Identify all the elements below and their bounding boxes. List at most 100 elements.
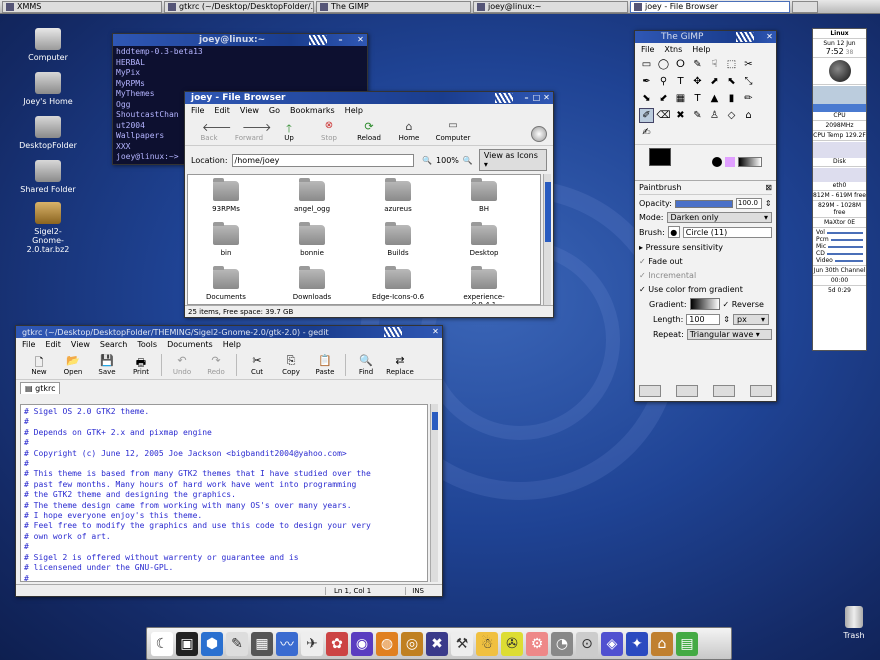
gimp-tool-icon[interactable]: T: [690, 91, 705, 106]
gimp-tool-icon[interactable]: ✍: [639, 125, 654, 140]
mode-dropdown[interactable]: Darken only ▾: [666, 212, 772, 223]
dock-app-icon[interactable]: 〰: [276, 631, 298, 656]
gimp-tool-icon[interactable]: ⵔ: [673, 57, 688, 72]
computer-button[interactable]: ▭ Computer: [431, 120, 475, 142]
location-input[interactable]: /home/joey: [231, 153, 415, 167]
dock-app-icon[interactable]: ◍: [376, 631, 398, 656]
repeat-dropdown[interactable]: Triangular wave ▾: [686, 329, 772, 340]
gimp-tool-icon[interactable]: ✒: [639, 74, 654, 89]
close-icon[interactable]: ✕: [542, 93, 551, 102]
folder-item[interactable]: Builds: [368, 222, 428, 257]
pressure-expander[interactable]: ▸ Pressure sensitivity: [639, 243, 772, 252]
maximize-icon[interactable]: □: [532, 93, 541, 102]
spin-icon[interactable]: ⇕: [723, 315, 730, 324]
folder-item[interactable]: bonnie: [282, 222, 342, 257]
folder-item[interactable]: bin: [196, 222, 256, 257]
reload-button[interactable]: ⟳ Reload: [351, 120, 387, 142]
menu-help[interactable]: Help: [345, 106, 363, 115]
dock-app-icon[interactable]: ◈: [601, 631, 623, 656]
close-icon[interactable]: ✕: [431, 327, 440, 336]
menu-edit[interactable]: Edit: [214, 106, 230, 115]
zoom-in-icon[interactable]: 🔍: [463, 156, 473, 165]
task-xmms[interactable]: XMMS: [2, 0, 162, 13]
gimp-tool-icon[interactable]: ⬋: [656, 91, 671, 106]
dock-app-icon[interactable]: ✦: [626, 631, 648, 656]
menu-edit[interactable]: Edit: [45, 340, 61, 349]
reset-options-button[interactable]: [750, 385, 772, 397]
desktop-icon-tarball[interactable]: Sigel2- Gnome-2.0.tar.bz2: [16, 202, 80, 254]
dock-app-icon[interactable]: ☾: [151, 631, 173, 656]
gimp-tool-icon[interactable]: ⬊: [639, 91, 654, 106]
use-gradient-checkbox[interactable]: ✓ Use color from gradient: [639, 285, 772, 294]
menu-bookmarks[interactable]: Bookmarks: [290, 106, 335, 115]
undo-button[interactable]: ↶ Undo: [165, 354, 199, 376]
fg-bg-colors[interactable]: [648, 148, 685, 176]
forward-button[interactable]: 🡒 Forward: [231, 120, 272, 142]
dock-app-icon[interactable]: ⚒: [451, 631, 473, 656]
gimp-tool-icon[interactable]: ✥: [690, 74, 705, 89]
editor-content[interactable]: # Sigel OS 2.0 GTK2 theme. # # Depends on …: [24, 407, 424, 581]
gimp-tool-icon[interactable]: ✂: [741, 57, 756, 72]
dock-app-icon[interactable]: ◔: [551, 631, 573, 656]
gimp-tool-icon[interactable]: ⌫: [656, 108, 671, 123]
menu-view[interactable]: View: [71, 340, 90, 349]
brush-preview-icon[interactable]: ●: [667, 226, 680, 238]
close-icon[interactable]: ⊠: [765, 183, 772, 192]
close-icon[interactable]: ✕: [356, 35, 365, 44]
close-icon[interactable]: ✕: [765, 32, 774, 41]
gradient-preview[interactable]: [689, 298, 720, 310]
zoom-out-icon[interactable]: 🔍: [422, 156, 432, 165]
replace-button[interactable]: ⇄ Replace: [383, 354, 417, 376]
dock-app-icon[interactable]: ✎: [226, 631, 248, 656]
menu-file[interactable]: File: [191, 106, 204, 115]
folder-item[interactable]: Downloads: [282, 266, 342, 301]
folder-item[interactable]: azureus: [368, 178, 428, 213]
mixer-row[interactable]: Mic: [816, 243, 866, 250]
gimp-tool-icon[interactable]: ✖: [673, 108, 688, 123]
dock-app-icon[interactable]: ✈: [301, 631, 323, 656]
menu-go[interactable]: Go: [269, 106, 280, 115]
save-options-button[interactable]: [639, 385, 661, 397]
redo-button[interactable]: ↷ Redo: [199, 354, 233, 376]
gimp-tool-icon[interactable]: ⤡: [741, 74, 756, 89]
folder-item[interactable]: Desktop: [454, 222, 514, 257]
desktop-icon-trash[interactable]: Trash: [832, 606, 876, 640]
menu-help[interactable]: Help: [692, 45, 710, 54]
dock-app-icon[interactable]: ⌂: [651, 631, 673, 656]
folder-item[interactable]: Edge-Icons-0.6: [368, 266, 428, 301]
dock-app-icon[interactable]: ⬢: [201, 631, 223, 656]
cut-button[interactable]: ✂ Cut: [240, 354, 274, 376]
desktop-icon-shared[interactable]: Shared Folder: [16, 160, 80, 194]
task-terminal[interactable]: joey@linux:~: [473, 0, 628, 13]
incremental-checkbox[interactable]: ✓ Incremental: [639, 271, 772, 280]
menu-file[interactable]: File: [22, 340, 35, 349]
mixer-row[interactable]: Vol: [816, 229, 866, 236]
menu-file[interactable]: File: [641, 45, 654, 54]
menu-documents[interactable]: Documents: [167, 340, 213, 349]
gimp-tool-icon[interactable]: ♙: [707, 108, 722, 123]
stop-button[interactable]: ⊗ Stop: [311, 120, 347, 142]
gimp-tool-icon[interactable]: ◯: [656, 57, 671, 72]
file-browser-scrollbar[interactable]: [543, 174, 551, 305]
text-editor[interactable]: # Sigel OS 2.0 GTK2 theme. # # Depends on …: [20, 404, 428, 582]
gimp-tool-icon[interactable]: T: [673, 74, 688, 89]
folder-item[interactable]: angel_ogg: [282, 178, 342, 213]
folder-item[interactable]: experience-0.9.4.1: [454, 266, 514, 304]
terminal-titlebar[interactable]: joey@linux:~ – ✕: [113, 34, 367, 46]
unit-dropdown[interactable]: px ▾: [733, 314, 769, 325]
up-button[interactable]: 🡑 Up: [271, 120, 307, 142]
gimp-tool-icon[interactable]: ✐: [639, 108, 654, 123]
length-input[interactable]: 100: [686, 314, 721, 325]
gimp-toolbox-window[interactable]: The GIMP ✕ File Xtns Help ▭ ◯ ⵔ ✎ ☟ ⬚ ✂ ✒ ⚲ T ✥ ⬈ ⬉ ⤡ ⬊ ⬋ ▦…: [634, 30, 777, 402]
desktop-icon-home[interactable]: Joey's Home: [16, 72, 80, 106]
mixer-row[interactable]: Pcm: [816, 236, 866, 243]
gimp-tool-icon[interactable]: ☟: [707, 57, 722, 72]
gimp-tool-icon[interactable]: ⚲: [656, 74, 671, 89]
file-browser-window[interactable]: joey - File Browser – □ ✕ File Edit View Go Boo…: [184, 91, 554, 318]
task-file-browser[interactable]: joey - File Browser: [630, 0, 790, 13]
gedit-titlebar[interactable]: gtkrc (~/Desktop/DesktopFolder/THEMING/S…: [16, 326, 442, 338]
minimize-icon[interactable]: –: [336, 35, 345, 44]
dock-app-icon[interactable]: ✇: [501, 631, 523, 656]
desktop-icon-computer[interactable]: Computer: [16, 28, 80, 62]
open-button[interactable]: 📂 Open: [56, 354, 90, 376]
